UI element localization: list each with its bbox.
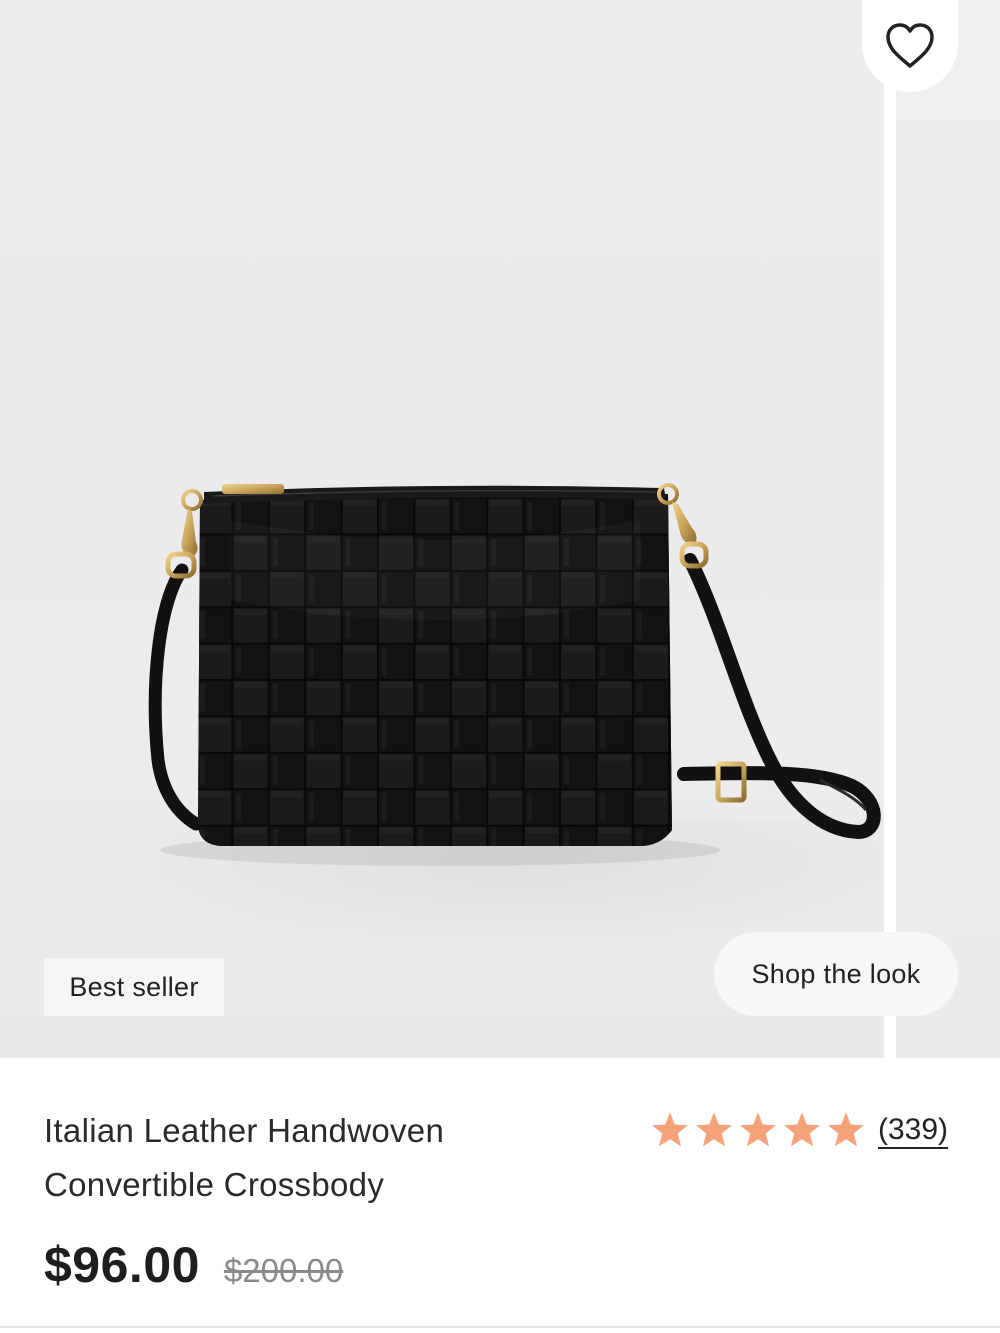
product-image-area[interactable]: Best seller Shop the look	[0, 0, 1000, 1058]
product-rating[interactable]: (339)	[650, 1106, 948, 1154]
heart-outline-icon	[886, 23, 934, 68]
star-icon	[784, 1112, 820, 1147]
next-slide-preview[interactable]	[896, 0, 1000, 1058]
price-row: $96.00 $200.00	[44, 1236, 343, 1308]
star-icon	[652, 1112, 688, 1147]
product-image[interactable]	[0, 0, 1000, 1058]
shop-the-look-button[interactable]: Shop the look	[714, 932, 958, 1016]
sale-price: $96.00	[44, 1237, 200, 1293]
original-price: $200.00	[223, 1252, 344, 1289]
divider	[0, 1326, 1000, 1328]
favorite-button[interactable]	[862, 0, 958, 92]
slide-divider	[884, 80, 896, 1058]
star-icon	[696, 1112, 732, 1147]
product-card[interactable]: Best seller Shop the look Italian Leathe…	[0, 0, 1000, 1333]
star-rating	[650, 1111, 866, 1149]
review-count-link[interactable]: (339)	[878, 1113, 948, 1147]
star-icon	[740, 1112, 776, 1147]
product-title-line-1[interactable]: Italian Leather Handwoven	[44, 1104, 584, 1158]
star-icon	[828, 1112, 864, 1147]
product-title-line-2[interactable]: Convertible Crossbody	[44, 1158, 584, 1212]
best-seller-badge: Best seller	[44, 958, 224, 1016]
product-title[interactable]: Italian Leather Handwoven Convertible Cr…	[44, 1104, 584, 1212]
